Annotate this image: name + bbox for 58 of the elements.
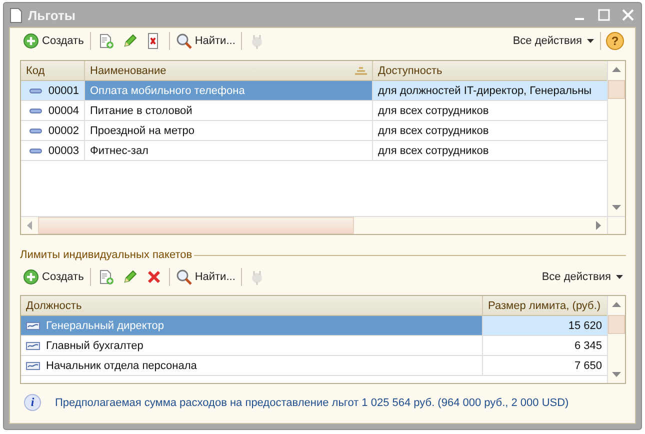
- all-actions-menu[interactable]: Все действия: [538, 269, 626, 285]
- cross-icon[interactable]: [146, 269, 162, 285]
- find-button[interactable]: Найти...: [172, 267, 238, 287]
- scrollbar-thumb[interactable]: [608, 315, 625, 334]
- dash-icon: [29, 146, 42, 154]
- maximize-icon[interactable]: [597, 8, 611, 22]
- plus-circle-icon: [23, 33, 39, 49]
- column-header[interactable]: Наименование: [85, 61, 373, 80]
- search-icon: [176, 269, 192, 285]
- document-plus-icon[interactable]: [98, 269, 114, 285]
- close-icon[interactable]: [621, 8, 635, 22]
- table-cell[interactable]: 00003: [21, 141, 85, 160]
- search-icon: [176, 33, 192, 49]
- wave-icon: [26, 362, 40, 370]
- table-cell[interactable]: Главный бухгалтер: [21, 336, 483, 355]
- column-header[interactable]: Доступность: [373, 61, 607, 80]
- table-cell[interactable]: Начальник отдела персонала: [21, 356, 483, 375]
- table-cell[interactable]: для должностей IT-директор, Генеральны: [373, 81, 607, 100]
- table-cell[interactable]: 00001: [21, 81, 85, 100]
- caret-icon: [587, 39, 594, 43]
- pencil-icon[interactable]: [122, 33, 138, 49]
- document-plus-icon[interactable]: [98, 33, 114, 49]
- section-title: Лимиты индивидуальных пакетов: [20, 249, 192, 261]
- vertical-scrollbar[interactable]: [607, 296, 625, 383]
- info-icon: i: [24, 394, 41, 411]
- table-cell[interactable]: Проездной на метро: [85, 121, 373, 140]
- table-cell[interactable]: для всех сотрудников: [373, 121, 607, 140]
- help-button[interactable]: ?: [606, 32, 624, 50]
- create-button[interactable]: Создать: [20, 31, 87, 51]
- window-title: Льготы: [28, 8, 76, 22]
- column-header[interactable]: Должность: [21, 296, 483, 315]
- table-cell[interactable]: 7 650: [483, 356, 607, 375]
- pencil-icon[interactable]: [122, 269, 138, 285]
- column-header[interactable]: Код: [21, 61, 85, 80]
- table-cell[interactable]: для всех сотрудников: [373, 141, 607, 160]
- document-icon: [10, 8, 22, 22]
- table-cell[interactable]: 00002: [21, 121, 85, 140]
- caret-icon: [616, 275, 623, 279]
- column-header[interactable]: Размер лимита, (руб.): [483, 296, 607, 315]
- wave-icon: [26, 322, 40, 330]
- table-cell[interactable]: Фитнес-зал: [85, 141, 373, 160]
- table-cell[interactable]: 00004: [21, 101, 85, 120]
- table-cell[interactable]: 15 620: [483, 316, 607, 335]
- all-actions-menu[interactable]: Все действия: [510, 33, 597, 49]
- create-button[interactable]: Создать: [20, 267, 87, 287]
- vertical-scrollbar[interactable]: [607, 61, 625, 216]
- table-cell[interactable]: 6 345: [483, 336, 607, 355]
- scrollbar-thumb[interactable]: [608, 80, 625, 99]
- table-cell[interactable]: Питание в столовой: [85, 101, 373, 120]
- info-message: Предполагаемая сумма расходов на предоставление льгот 1 025 564 руб. (964 000 руб., 2 000 USD): [55, 396, 569, 408]
- dash-icon: [29, 86, 42, 94]
- dash-icon: [29, 106, 42, 114]
- horizontal-scrollbar[interactable]: [21, 217, 607, 234]
- wave-icon: [26, 342, 40, 350]
- table-cell[interactable]: для всех сотрудников: [373, 101, 607, 120]
- find-button[interactable]: Найти...: [172, 31, 238, 51]
- plus-circle-icon: [23, 269, 39, 285]
- dash-icon: [29, 126, 42, 134]
